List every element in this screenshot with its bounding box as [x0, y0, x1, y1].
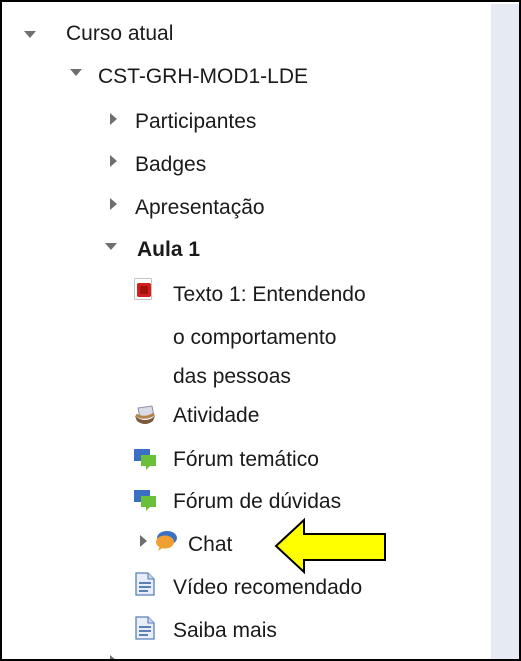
page-icon: [135, 572, 155, 596]
tree-item-chat[interactable]: Chat: [188, 533, 232, 557]
tree-item-forum-tematico[interactable]: Fórum temático: [173, 448, 319, 472]
tree-item-texto-1-line-1[interactable]: Texto 1: Entendendo: [173, 283, 366, 307]
tree-item-texto-1-line-3[interactable]: das pessoas: [173, 365, 291, 389]
tree-item-course[interactable]: CST-GRH-MOD1-LDE: [98, 65, 308, 89]
navigation-tree: Curso atual CST-GRH-MOD1-LDE Participant…: [2, 2, 491, 659]
tree-item-texto-1-line-2[interactable]: o comportamento: [173, 326, 336, 350]
expand-right-icon[interactable]: [110, 113, 117, 125]
chat-icon: [156, 531, 177, 551]
expand-right-icon[interactable]: [110, 198, 117, 210]
pdf-icon: [134, 278, 152, 300]
expand-down-icon[interactable]: [105, 243, 117, 250]
tree-item-video-recomendado[interactable]: Vídeo recomendado: [173, 576, 362, 600]
forum-icon: [134, 449, 156, 470]
expand-right-icon[interactable]: [110, 655, 117, 659]
annotation-arrow-icon: [274, 517, 386, 575]
tree-item-badges[interactable]: Badges: [135, 153, 206, 177]
course-navigation-panel: Curso atual CST-GRH-MOD1-LDE Participant…: [0, 0, 521, 661]
page-icon: [135, 616, 155, 640]
expand-right-icon[interactable]: [140, 535, 147, 547]
expand-down-icon[interactable]: [70, 69, 82, 76]
forum-icon: [134, 490, 156, 511]
tree-item-apresentacao[interactable]: Apresentação: [135, 196, 265, 220]
tree-item-aula-1[interactable]: Aula 1: [137, 238, 200, 262]
tree-item-forum-duvidas[interactable]: Fórum de dúvidas: [173, 490, 341, 514]
tree-item-atividade[interactable]: Atividade: [173, 404, 259, 428]
tree-item-saiba-mais[interactable]: Saiba mais: [173, 619, 277, 643]
assignment-icon: [135, 405, 155, 424]
tree-item-participantes[interactable]: Participantes: [135, 110, 256, 134]
expand-down-icon[interactable]: [24, 31, 36, 38]
tree-item-curso-atual[interactable]: Curso atual: [66, 22, 173, 46]
content-area-edge: [491, 4, 519, 659]
expand-right-icon[interactable]: [110, 155, 117, 167]
